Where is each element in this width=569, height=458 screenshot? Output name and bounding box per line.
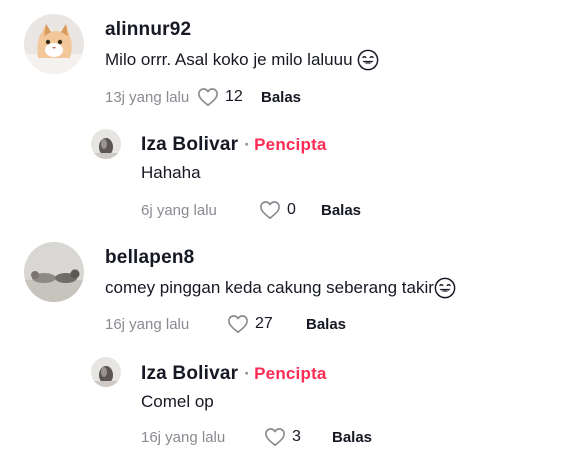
like-button[interactable]: 27 (227, 314, 306, 334)
comment-time: 13j yang lalu (105, 88, 190, 106)
reply-header: Iza Bolivar · Pencipta (141, 134, 327, 156)
reply-button[interactable]: Balas (306, 316, 346, 333)
creator-avatar[interactable] (91, 357, 121, 387)
reply-button[interactable]: Balas (261, 89, 301, 106)
heart-icon (198, 88, 218, 106)
comment-time: 16j yang lalu (105, 315, 190, 333)
avatar[interactable] (24, 242, 84, 302)
reply-username[interactable]: Iza Bolivar (141, 134, 238, 156)
heart-icon (228, 315, 248, 333)
reply-time: 16j yang lalu (141, 428, 226, 446)
creator-badge: Pencipta (254, 135, 327, 154)
creator-avatar[interactable] (91, 129, 121, 159)
comment-meta: 16j yang lalu 27 Balas (105, 314, 346, 334)
like-count: 27 (255, 315, 273, 332)
like-count: 3 (292, 428, 301, 445)
like-count: 0 (287, 201, 296, 218)
reply-text: Comel op (141, 392, 214, 411)
like-count: 12 (225, 88, 243, 105)
reply-header: Iza Bolivar · Pencipta (141, 363, 327, 385)
reply-button[interactable]: Balas (321, 202, 361, 219)
like-button[interactable]: 12 (197, 87, 261, 107)
reply-button[interactable]: Balas (332, 429, 372, 446)
like-button[interactable]: 3 (264, 427, 332, 447)
comment-text: comey pinggan keda cakung seberang takir (105, 277, 456, 299)
reply-time: 6j yang lalu (141, 201, 217, 219)
comment-thread: alinnur92 Milo orrr. Asal koko je milo l… (0, 0, 569, 458)
tears-of-joy-emoji (434, 277, 456, 299)
reply-username[interactable]: Iza Bolivar (141, 363, 238, 385)
comment-body: comey pinggan keda cakung seberang takir (105, 278, 434, 297)
reply-meta: 6j yang lalu 0 Balas (141, 200, 361, 220)
creator-badge: Pencipta (254, 364, 327, 383)
heart-icon (260, 201, 280, 219)
like-button[interactable]: 0 (259, 200, 321, 220)
comment-meta: 13j yang lalu 12 Balas (105, 87, 301, 107)
separator-dot: · (244, 364, 251, 383)
comment-body: Milo orrr. Asal koko je milo laluuu (105, 50, 353, 69)
tears-of-joy-emoji (357, 49, 379, 71)
separator-dot: · (244, 135, 251, 154)
comment-username[interactable]: bellapen8 (105, 247, 194, 269)
heart-icon (265, 428, 285, 446)
comment-text: Milo orrr. Asal koko je milo laluuu (105, 49, 379, 71)
reply-meta: 16j yang lalu 3 Balas (141, 427, 372, 447)
avatar[interactable] (24, 14, 84, 74)
reply-text: Hahaha (141, 163, 201, 182)
comment-username[interactable]: alinnur92 (105, 19, 191, 41)
